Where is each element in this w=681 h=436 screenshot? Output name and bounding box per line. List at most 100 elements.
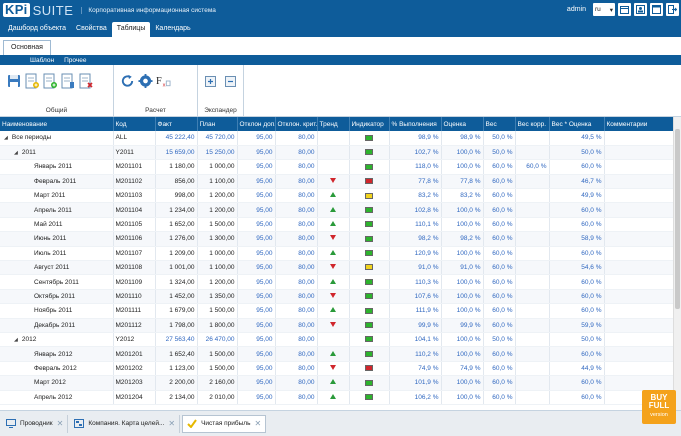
close-icon[interactable]: ✕ <box>168 419 175 428</box>
vertical-scrollbar[interactable] <box>673 117 681 410</box>
close-icon[interactable]: ✕ <box>57 419 64 428</box>
column-header[interactable]: Вес <box>483 117 516 131</box>
table-row[interactable]: Февраль 2011 M201102 856,00 1 100,00 95,00 80… <box>0 174 674 190</box>
edit-doc-icon[interactable] <box>60 73 75 89</box>
exit-icon[interactable] <box>666 3 679 16</box>
cell-code: M201104 <box>113 202 156 218</box>
cell-deviation-allowed: 95,00 <box>237 188 276 204</box>
table-row[interactable]: Август 2011 M201108 1 001,00 1 100,00 95,00 8… <box>0 260 674 276</box>
user-name[interactable]: admin <box>567 6 586 13</box>
cell-name: Июнь 2011 <box>0 231 114 247</box>
column-header[interactable]: Тренд <box>317 117 350 131</box>
cell-weight-score: 50,0 % <box>549 332 605 348</box>
cell-code: M201106 <box>113 231 156 247</box>
column-header[interactable]: Отклон. крит. <box>275 117 318 131</box>
column-header[interactable]: Индикатор <box>349 117 390 131</box>
cell-plan: 26 470,00 <box>197 332 238 348</box>
close-icon[interactable]: ✕ <box>255 419 262 428</box>
status-indicator-icon <box>365 163 373 170</box>
expand-all-icon[interactable] <box>204 73 218 89</box>
ribbon-tab-main[interactable]: Основная <box>3 40 51 55</box>
cell-plan: 1 500,00 <box>197 346 238 362</box>
tab-dashboard[interactable]: Дашборд объекта <box>3 22 71 37</box>
ribbon-tab-other[interactable]: Прочее <box>64 57 86 64</box>
collapse-all-icon[interactable] <box>224 73 238 89</box>
status-indicator-icon <box>365 293 373 300</box>
table-row[interactable]: Март 2011 M201103 998,00 1 200,00 95,00 80,00… <box>0 188 674 204</box>
column-header[interactable]: Отклон доп. <box>237 117 276 131</box>
column-header[interactable]: Факт <box>155 117 198 131</box>
scrollbar-thumb[interactable] <box>675 129 680 309</box>
expand-toggle-icon[interactable]: ◢ <box>14 150 18 156</box>
cell-deviation-allowed: 95,00 <box>237 289 276 305</box>
cell-name: Ноябрь 2011 <box>0 303 114 319</box>
table-row[interactable]: ◢ 2012 Y2012 27 563,40 26 470,00 95,00 80,00 10… <box>0 332 674 348</box>
cell-weight: 60,0 % <box>483 202 516 218</box>
table-row[interactable]: ◢ 2011 Y2011 15 659,00 15 250,00 95,00 80,00 10… <box>0 145 674 161</box>
taskbar-tab-goal-map[interactable]: Компания. Карта целей... ✕ <box>70 414 181 433</box>
tab-properties[interactable]: Свойства <box>71 22 112 37</box>
taskbar-tab-net-profit[interactable]: Чистая прибыль ✕ <box>182 414 267 433</box>
table-row[interactable]: Июнь 2011 M201106 1 276,00 1 300,00 95,00 80,… <box>0 231 674 247</box>
column-header[interactable]: План <box>197 117 238 131</box>
table-row[interactable]: Сентябрь 2011 M201109 1 324,00 1 200,00 95,0… <box>0 274 674 290</box>
cell-weight: 60,0 % <box>483 246 516 262</box>
column-header[interactable]: Вес * Оценка <box>549 117 605 131</box>
refresh-icon[interactable] <box>120 73 135 89</box>
column-header[interactable]: Комментарии <box>604 117 674 131</box>
cell-deviation-critical: 80,00 <box>275 361 318 377</box>
save-icon[interactable] <box>6 73 21 89</box>
cell-weight-score: 58,9 % <box>549 231 605 247</box>
table-row[interactable]: Апрель 2011 M201104 1 234,00 1 200,00 95,00 8… <box>0 202 674 218</box>
cell-score: 100,0 % <box>441 202 484 218</box>
column-header[interactable]: Оценка <box>441 117 484 131</box>
table-row[interactable]: Январь 2011 M201101 1 180,00 1 000,00 95,00 8… <box>0 159 674 175</box>
cell-fact: 1 180,00 <box>155 159 198 175</box>
table-row[interactable]: Апрель 2012 M201204 2 134,00 2 010,00 95,00 8… <box>0 390 674 405</box>
cell-trend <box>317 131 350 146</box>
cell-code: M201201 <box>113 346 156 362</box>
window-icon[interactable] <box>650 3 663 16</box>
delete-doc-icon[interactable] <box>78 73 93 89</box>
cell-plan: 1 100,00 <box>197 260 238 276</box>
table-row[interactable]: Октябрь 2011 M201110 1 452,00 1 350,00 95,00… <box>0 289 674 305</box>
cell-fact: 27 563,40 <box>155 332 198 348</box>
add-row-icon[interactable] <box>24 73 39 89</box>
table-row[interactable]: Май 2011 M201105 1 652,00 1 500,00 95,00 80,0… <box>0 217 674 233</box>
buy-full-version-badge[interactable]: BUY FULL version <box>642 390 676 424</box>
cell-name: Март 2011 <box>0 188 114 204</box>
table-row[interactable]: Январь 2012 M201201 1 652,40 1 500,00 95,00 8… <box>0 346 674 362</box>
column-header[interactable]: Наименование <box>0 117 114 131</box>
cell-weight-corr <box>515 174 550 190</box>
table-row[interactable]: Ноябрь 2011 M201111 1 679,00 1 500,00 95,00 8… <box>0 303 674 319</box>
expand-toggle-icon[interactable]: ◢ <box>14 337 18 343</box>
taskbar-tab-explorer[interactable]: Проводник ✕ <box>2 414 69 433</box>
calendar-icon[interactable] <box>618 3 631 16</box>
contacts-icon[interactable] <box>634 3 647 16</box>
cell-code: M201109 <box>113 274 156 290</box>
add-child-icon[interactable] <box>42 73 57 89</box>
cell-completion: 91,0 % <box>389 260 442 276</box>
ribbon-tab-template[interactable]: Шаблон <box>30 57 54 64</box>
cell-score: 77,8 % <box>441 174 484 190</box>
cell-trend <box>317 246 350 262</box>
column-header[interactable]: Вес корр. <box>515 117 550 131</box>
tab-calendar[interactable]: Календарь <box>150 22 195 37</box>
cell-fact: 1 001,00 <box>155 260 198 276</box>
trend-up-icon <box>330 278 336 284</box>
table-row[interactable]: Июль 2011 M201107 1 209,00 1 000,00 95,00 80,… <box>0 246 674 262</box>
tab-tables[interactable]: Таблицы <box>111 22 151 37</box>
cell-deviation-allowed: 95,00 <box>237 174 276 190</box>
expand-toggle-icon[interactable]: ◢ <box>4 135 8 141</box>
column-header[interactable]: Код <box>113 117 156 131</box>
formula-icon[interactable]: Fx <box>156 73 171 89</box>
language-select[interactable]: ru ▾ <box>593 3 615 16</box>
table-row[interactable]: ◢ Все периоды ALL 45 222,40 45 720,00 95,00 80… <box>0 131 674 146</box>
table-row[interactable]: Декабрь 2011 M201112 1 798,00 1 800,00 95,00… <box>0 318 674 333</box>
cell-deviation-critical: 80,00 <box>275 390 318 405</box>
cell-weight: 50,0 % <box>483 131 516 146</box>
settings-gear-icon[interactable] <box>138 73 153 89</box>
table-row[interactable]: Март 2012 M201203 2 200,00 2 160,00 95,00 80,… <box>0 375 674 391</box>
column-header[interactable]: % Выполнения <box>389 117 442 131</box>
table-row[interactable]: Февраль 2012 M201202 1 123,00 1 500,00 95,00… <box>0 361 674 377</box>
